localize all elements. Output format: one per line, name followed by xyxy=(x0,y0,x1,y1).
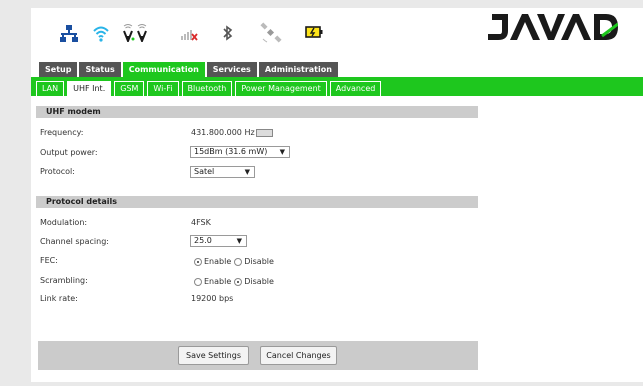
gsm-signal-icon xyxy=(123,24,147,42)
link-rate-label: Link rate: xyxy=(40,294,78,303)
subtab-uhf-int[interactable]: UHF Int. xyxy=(67,81,112,96)
battery-icon xyxy=(305,26,323,38)
channel-spacing-value: 25.0 xyxy=(194,236,212,245)
wifi-icon xyxy=(93,26,109,42)
cellular-signal-icon xyxy=(181,30,198,41)
main-tab-bar: Setup Status Communication Services Admi… xyxy=(39,62,340,77)
subtab-wifi[interactable]: Wi-Fi xyxy=(147,81,179,96)
scrambling-label: Scrambling: xyxy=(40,276,88,285)
section-header-protocol-details: Protocol details xyxy=(36,196,478,208)
output-power-label: Output power: xyxy=(40,148,98,157)
tab-services[interactable]: Services xyxy=(206,62,257,77)
fec-radio-group: Enable Disable xyxy=(194,257,277,266)
frequency-edit-button[interactable] xyxy=(255,128,273,137)
modulation-label: Modulation: xyxy=(40,218,88,227)
scrambling-disable-radio[interactable] xyxy=(234,277,243,286)
link-rate-value: 19200 bps xyxy=(191,294,234,303)
satellite-icon xyxy=(260,22,282,43)
output-power-value: 15dBm (31.6 mW) xyxy=(194,147,268,156)
fec-enable-radio[interactable] xyxy=(194,257,202,266)
javad-logo xyxy=(488,14,618,40)
fec-label: FEC: xyxy=(40,256,58,265)
cancel-changes-button[interactable]: Cancel Changes xyxy=(260,346,337,365)
subtab-advanced[interactable]: Advanced xyxy=(329,81,382,96)
channel-spacing-label: Channel spacing: xyxy=(40,237,109,246)
tab-communication[interactable]: Communication xyxy=(122,62,205,77)
bluetooth-icon xyxy=(223,25,233,41)
frequency-text: 431.800.000 Hz xyxy=(191,128,255,137)
subtab-power-management[interactable]: Power Management xyxy=(235,81,327,96)
page: Setup Status Communication Services Admi… xyxy=(0,0,643,386)
save-settings-button[interactable]: Save Settings xyxy=(178,346,249,365)
fec-disable-radio[interactable] xyxy=(234,257,243,266)
chevron-down-icon: ▼ xyxy=(279,148,285,156)
scrambling-radio-group: Enable Disable xyxy=(194,277,277,286)
tab-administration[interactable]: Administration xyxy=(258,62,338,77)
chevron-down-icon: ▼ xyxy=(244,168,250,176)
scrambling-enable-label: Enable xyxy=(204,277,232,286)
section-header-uhf-modem: UHF modem xyxy=(36,106,478,118)
scrambling-enable-radio[interactable] xyxy=(194,277,202,286)
network-icon xyxy=(60,25,78,42)
channel-spacing-select[interactable]: 25.0 ▼ xyxy=(190,235,247,247)
fec-enable-label: Enable xyxy=(204,257,232,266)
protocol-value: Satel xyxy=(194,167,215,176)
tab-status[interactable]: Status xyxy=(79,62,121,77)
sub-tab-list: LAN UHF Int. GSM Wi-Fi Bluetooth Power M… xyxy=(36,81,384,96)
tab-setup[interactable]: Setup xyxy=(39,62,78,77)
frequency-value: 431.800.000 Hz xyxy=(191,128,273,137)
frequency-label: Frequency: xyxy=(40,128,84,137)
subtab-lan[interactable]: LAN xyxy=(36,81,65,96)
subtab-bluetooth[interactable]: Bluetooth xyxy=(181,81,233,96)
form-footer xyxy=(38,341,478,370)
protocol-label: Protocol: xyxy=(40,167,75,176)
chevron-down-icon: ▼ xyxy=(236,237,242,245)
scrambling-disable-label: Disable xyxy=(244,277,274,286)
protocol-select[interactable]: Satel ▼ xyxy=(190,166,255,178)
subtab-gsm[interactable]: GSM xyxy=(114,81,145,96)
fec-disable-label: Disable xyxy=(244,257,274,266)
output-power-select[interactable]: 15dBm (31.6 mW) ▼ xyxy=(190,146,290,158)
modulation-value: 4FSK xyxy=(191,218,211,227)
